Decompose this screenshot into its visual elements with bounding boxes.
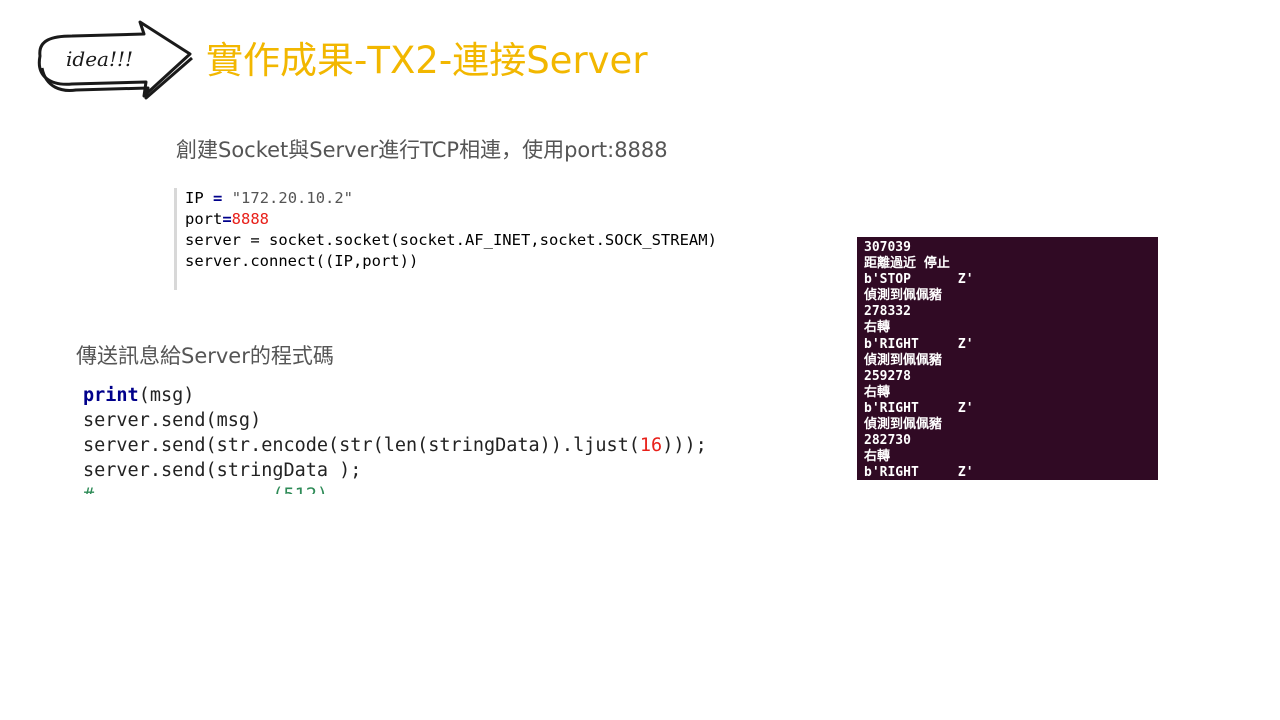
idea-badge: idea!!! [32,18,194,102]
socket-description: 創建Socket與Server進行TCP相連，使用port:8888 [176,138,668,162]
badge-text: idea!!! [66,47,133,71]
terminal-line: 307039 [864,240,911,255]
code-line-ip: IP = "172.20.10.2" [185,189,354,207]
terminal-line: 右轉 [864,320,891,336]
terminal-line: b'RIGHT Z' [864,465,974,480]
send-message-description: 傳送訊息給Server的程式碼 [76,344,334,368]
terminal-line: b'RIGHT Z' [864,400,974,416]
connection-code-block: IP = "172.20.10.2" port=8888 server = so… [174,188,835,290]
terminal-line: 282730 [864,433,911,449]
terminal-line: 距離過近 停止 [864,256,950,272]
terminal-line: 259278 [864,368,911,384]
send-code-block: print(msg) server.send(msg) server.send(… [83,383,843,494]
terminal-output: 307039 距離過近 停止 b'STOP Z' 偵測到佩佩豬 278332 右… [857,237,1158,480]
code-line-print: print(msg) [83,385,195,406]
terminal-line: 偵測到佩佩豬 [864,288,943,304]
code-line-port: port=8888 [185,210,269,228]
terminal-line: 偵測到佩佩豬 [864,417,943,433]
code-line-connect: server.connect((IP,port)) [185,252,419,270]
terminal-line: b'STOP Z' [864,272,974,288]
idea-speech-arrow-icon: idea!!! [37,20,193,100]
code-line-comment: # (512) [83,483,843,494]
terminal-line: 右轉 [864,384,891,400]
code-line-socket: server = socket.socket(socket.AF_INET,so… [185,231,717,249]
terminal-line: b'RIGHT Z' [864,336,974,352]
code-line-send-msg: server.send(msg) [83,410,262,431]
terminal-line: 偵測到佩佩豬 [864,352,943,368]
code-line-send-length: server.send(str.encode(str(len(stringDat… [83,435,707,456]
terminal-line: 278332 [864,304,911,320]
slide-title: 實作成果-TX2-連接Server [206,39,648,82]
terminal-line: 右轉 [864,449,891,465]
code-line-send-data: server.send(stringData ); [83,460,362,481]
